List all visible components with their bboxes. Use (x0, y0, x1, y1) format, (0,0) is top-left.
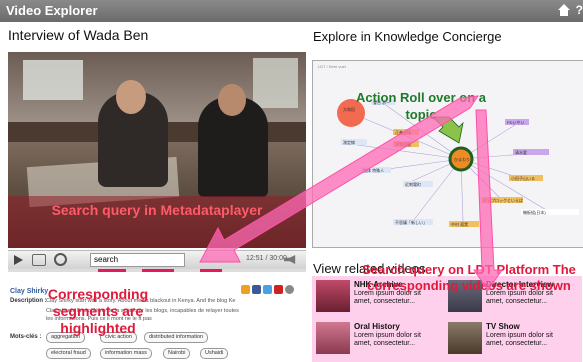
tag[interactable]: Ushaidi (200, 348, 229, 359)
graph-node-label[interactable]: 中村 孤実 (451, 221, 468, 227)
share-twitter-icon[interactable] (263, 285, 272, 294)
share-rss-icon[interactable] (241, 285, 250, 294)
graph-node-label[interactable]: 機板組(日本) (523, 209, 546, 215)
help-icon[interactable]: ? (576, 3, 583, 17)
graph-node-label[interactable]: 正義全体 (395, 129, 411, 135)
time-display: 12:51 / 30:00 (246, 255, 287, 262)
related-video-item[interactable]: TV Show Lorem ipsum dolor sit amet, cons… (448, 322, 578, 358)
search-input[interactable]: search (90, 253, 185, 267)
annotation-search-query: Search query in Metadataplayer (51, 202, 263, 218)
video-window (253, 58, 298, 108)
related-video-desc: Lorem ipsum dolor sit amet, consectetur.… (486, 332, 553, 347)
more-icon[interactable] (285, 285, 294, 294)
video-thumbnail[interactable] (448, 322, 482, 354)
annotation-segments: Corresponding segments are highlighted (47, 286, 149, 336)
tag[interactable]: electoral fraud (46, 348, 91, 359)
annotation-action: Action Roll over on a topic (355, 90, 486, 122)
top-bar: Video Explorer ? (0, 0, 583, 22)
graph-node-label[interactable]: 団体 特殊人 (363, 167, 384, 173)
video-thumbnail[interactable] (316, 322, 350, 354)
video-player[interactable]: Search query in Metadataplayer (8, 52, 306, 248)
related-video-title[interactable]: Oral History (354, 322, 400, 331)
related-video-item[interactable]: Oral History Lorem ipsum dolor sit amet,… (316, 322, 446, 358)
graph-node-label[interactable]: 学等活動 (395, 141, 411, 147)
home-icon[interactable] (557, 3, 571, 17)
graph-node-label[interactable]: 清水愛 (515, 149, 527, 155)
timeline-segment[interactable] (142, 269, 174, 272)
share-icons (241, 285, 296, 295)
tag[interactable]: information mass (100, 348, 152, 359)
graph-node-label[interactable]: ヒップロックといえば (483, 197, 523, 203)
annotation-related: Search query on LDT Platform The corresp… (362, 262, 576, 293)
video-title: Interview of Wada Ben (8, 27, 149, 43)
graph-node-label[interactable]: ひまわり (454, 156, 470, 162)
concierge-title: Explore in Knowledge Concierge (313, 29, 502, 44)
graph-node-label[interactable]: PDいやい (507, 119, 525, 125)
timeline[interactable] (8, 269, 306, 272)
graph-node-label[interactable]: 小田子山いる (511, 175, 535, 181)
timeline-segment[interactable] (98, 269, 126, 272)
graph-node-label[interactable]: 近刺電町 (405, 181, 421, 187)
metadata-panel: Clay Shirky Description : Clay Shirky st… (8, 276, 306, 362)
timeline-segment[interactable] (200, 269, 222, 272)
app-title: Video Explorer (6, 3, 98, 18)
search-icon[interactable] (54, 253, 67, 266)
video-window (23, 60, 83, 100)
player-controls: search 12:51 / 30:00 (8, 250, 306, 269)
annotation-icon[interactable] (32, 254, 46, 266)
share-delicious-icon[interactable] (274, 285, 283, 294)
video-person-head (218, 84, 246, 116)
video-thumbnail[interactable] (316, 280, 350, 312)
graph-node-label[interactable]: 測定線 (343, 139, 355, 145)
knowledge-graph[interactable]: LDT / Kern vuel 會合 あー 測定線 正義全体 学等活動 団体 特… (312, 60, 583, 248)
play-icon[interactable] (14, 255, 23, 265)
share-facebook-icon[interactable] (252, 285, 261, 294)
related-video-desc: Lorem ipsum dolor sit amet, consectetur.… (354, 332, 421, 347)
video-person-head (116, 80, 146, 114)
tag[interactable]: Nairobi (163, 348, 191, 359)
related-video-title[interactable]: TV Show (486, 322, 520, 331)
graph-node-label[interactable]: 不思議「新しい」 (395, 219, 427, 225)
